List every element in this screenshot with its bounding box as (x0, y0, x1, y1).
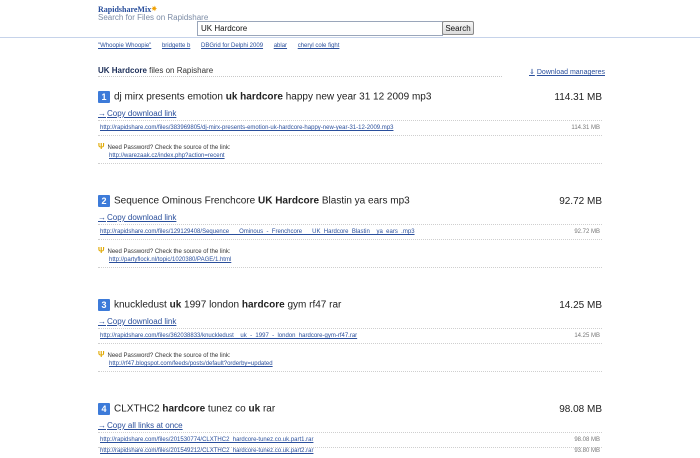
result-number: 2 (98, 195, 110, 207)
password-text: Need Password? Check the source of the l… (107, 145, 231, 151)
result-size: 14.25 MB (559, 300, 602, 311)
rapidshare-link[interactable]: http://rapidshare.com/files/362038833/kn… (100, 333, 357, 339)
link-size: 98.08 MB (574, 437, 600, 443)
link-row: http://rapidshare.com/files/129129408/Se… (98, 229, 602, 239)
copy-link-button[interactable]: →Copy download link (98, 213, 176, 222)
rapidshare-link[interactable]: http://rapidshare.com/files/201530774/CL… (100, 437, 313, 443)
section-suffix: files on Rapishare (146, 66, 214, 75)
search-input[interactable] (197, 21, 443, 36)
divider (98, 224, 602, 225)
related-link[interactable]: cheryl cole fight (298, 43, 340, 49)
copy-label[interactable]: Copy download link (107, 317, 176, 326)
psi-icon: Ψ (98, 246, 105, 255)
result-title: 2 Sequence Ominous Frenchcore UK Hardcore… (98, 195, 410, 209)
divider (98, 135, 602, 136)
divider (98, 163, 602, 164)
link-row: http://rapidshare.com/files/383969805/dj… (98, 125, 602, 135)
section-query: UK Hardcore (98, 66, 147, 75)
section-title: UK Hardcore files on Rapishare (98, 66, 213, 75)
password-text: Need Password? Check the source of the l… (107, 353, 231, 359)
password-note: Ψ Need Password? Check the source of the … (98, 142, 231, 151)
source-link[interactable]: http://rf47.blogspot.com/feeds/posts/def… (109, 361, 273, 367)
result-title: 3 knuckledust uk 1997 london hardcore gym… (98, 299, 341, 313)
tagline: Search for Files on Rapidshare (98, 13, 209, 22)
related-link[interactable]: DBGrid for Delphi 2009 (201, 43, 263, 49)
result-size: 92.72 MB (559, 196, 602, 207)
result-number: 1 (98, 91, 110, 103)
arrow-right-icon: → (98, 213, 106, 222)
result-number: 4 (98, 403, 110, 415)
download-managers-link[interactable]: ⇓ Download manageres (529, 68, 605, 76)
result-item: 3 knuckledust uk 1997 london hardcore gym… (98, 299, 602, 374)
divider (98, 371, 602, 372)
result-title: 1 dj mirx presents emotion uk hardcore ha… (98, 91, 431, 105)
rapidshare-link[interactable]: http://rapidshare.com/files/383969805/dj… (100, 125, 393, 131)
divider (98, 328, 602, 329)
link-size: 114.31 MB (571, 125, 600, 131)
link-size: 93.80 MB (574, 448, 600, 454)
header: RapidshareMix✷ Search for Files on Rapid… (0, 0, 700, 38)
link-row: http://rapidshare.com/files/362038833/kn… (98, 333, 602, 343)
related-searches: "Whoopie Whoopie" bridgette b DBGrid for… (98, 43, 348, 49)
copy-label[interactable]: Copy all links at once (107, 421, 183, 430)
link-row: http://rapidshare.com/files/201530774/CL… (98, 437, 602, 447)
link-size: 14.25 MB (574, 333, 600, 339)
copy-all-links-button[interactable]: →Copy all links at once (98, 421, 183, 430)
divider (98, 120, 602, 121)
result-item: 4 CLXTHC2 hardcore tunez co uk rar 98.08 … (98, 403, 602, 457)
copy-label[interactable]: Copy download link (107, 109, 176, 118)
copy-label[interactable]: Copy download link (107, 213, 176, 222)
rapidshare-link[interactable]: http://rapidshare.com/files/201549212/CL… (100, 448, 313, 454)
divider (98, 267, 602, 268)
divider (98, 76, 502, 77)
psi-icon: Ψ (98, 142, 105, 151)
psi-icon: Ψ (98, 350, 105, 359)
result-title: 4 CLXTHC2 hardcore tunez co uk rar (98, 403, 275, 417)
rapidshare-link[interactable]: http://rapidshare.com/files/129129408/Se… (100, 229, 415, 235)
related-link[interactable]: "Whoopie Whoopie" (98, 43, 151, 49)
password-note: Ψ Need Password? Check the source of the … (98, 246, 231, 255)
divider (98, 239, 602, 240)
star-icon: ✷ (151, 5, 158, 13)
arrow-right-icon: → (98, 109, 106, 118)
arrow-right-icon: → (98, 317, 106, 326)
related-link[interactable]: bridgette b (162, 43, 190, 49)
divider (98, 432, 602, 433)
result-size: 114.31 MB (554, 92, 602, 103)
copy-link-button[interactable]: →Copy download link (98, 109, 176, 118)
source-link[interactable]: http://partyflock.nl/topic/1020380/PAGE/… (109, 257, 231, 263)
arrow-down-icon: ⇓ (529, 69, 535, 76)
related-link[interactable]: ablar (274, 43, 287, 49)
result-item: 2 Sequence Ominous Frenchcore UK Hardcore… (98, 195, 602, 270)
result-size: 98.08 MB (559, 404, 602, 415)
link-size: 92.72 MB (574, 229, 600, 235)
source-link[interactable]: http://warezaak.cz/index.php?action=rece… (109, 153, 225, 159)
result-item: 1 dj mirx presents emotion uk hardcore ha… (98, 91, 602, 166)
copy-link-button[interactable]: →Copy download link (98, 317, 176, 326)
password-note: Ψ Need Password? Check the source of the … (98, 350, 231, 359)
divider (98, 343, 602, 344)
search-button[interactable]: Search (442, 21, 474, 35)
download-managers-label[interactable]: Download manageres (537, 69, 605, 76)
arrow-right-icon: → (98, 421, 106, 430)
result-number: 3 (98, 299, 110, 311)
password-text: Need Password? Check the source of the l… (107, 249, 231, 255)
